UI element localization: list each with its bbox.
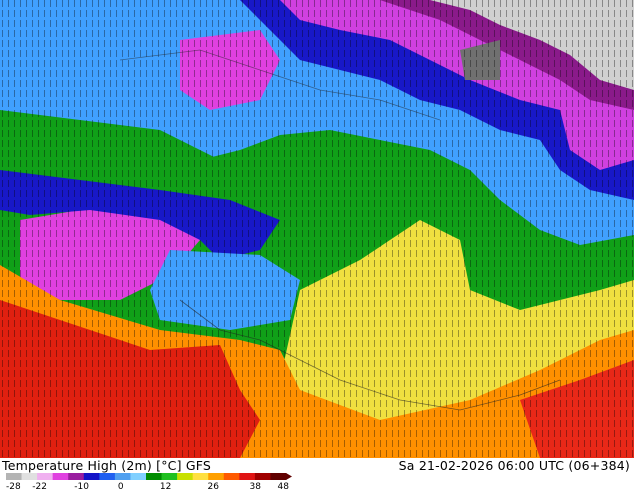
color-legend: -28 -22 -10 0 12 26 38 48 [6, 473, 292, 490]
legend-swatch [161, 473, 178, 480]
legend-tick-label: -28 [6, 482, 21, 490]
map-title: Temperature High (2m) [°C] GFS [2, 458, 212, 473]
map-footer: Temperature High (2m) [°C] GFS Sa 21-02-… [0, 458, 634, 490]
legend-swatch [192, 473, 209, 480]
legend-tick-label: 48 [277, 482, 289, 490]
legend-swatch [239, 473, 256, 480]
legend-swatch [130, 473, 147, 480]
legend-swatch [21, 473, 38, 480]
contour-label-texture [0, 0, 634, 458]
run-info: Sa 21-02-2026 06:00 UTC (06+384) [398, 458, 630, 473]
legend-swatch [37, 473, 54, 480]
temperature-map [0, 0, 634, 458]
legend-arrow [286, 473, 292, 480]
legend-swatch [83, 473, 100, 480]
legend-swatch [114, 473, 131, 480]
legend-swatch [52, 473, 69, 480]
legend-swatch [68, 473, 85, 480]
legend-tick-label: 0 [118, 482, 124, 490]
legend-swatch [6, 473, 23, 480]
legend-tick-label: 26 [207, 482, 219, 490]
legend-swatch [177, 473, 194, 480]
legend-tick-label: -22 [32, 482, 47, 490]
legend-swatch [254, 473, 271, 480]
legend-tick-label: 12 [160, 482, 171, 490]
weather-map-frame: Temperature High (2m) [°C] GFS Sa 21-02-… [0, 0, 634, 490]
legend-swatch [208, 473, 225, 480]
legend-swatch [146, 473, 163, 480]
legend-swatch [99, 473, 116, 480]
legend-swatch [223, 473, 240, 480]
legend-tick-label: 38 [249, 482, 261, 490]
legend-tick-label: -10 [74, 482, 89, 490]
legend-swatch [270, 473, 287, 480]
